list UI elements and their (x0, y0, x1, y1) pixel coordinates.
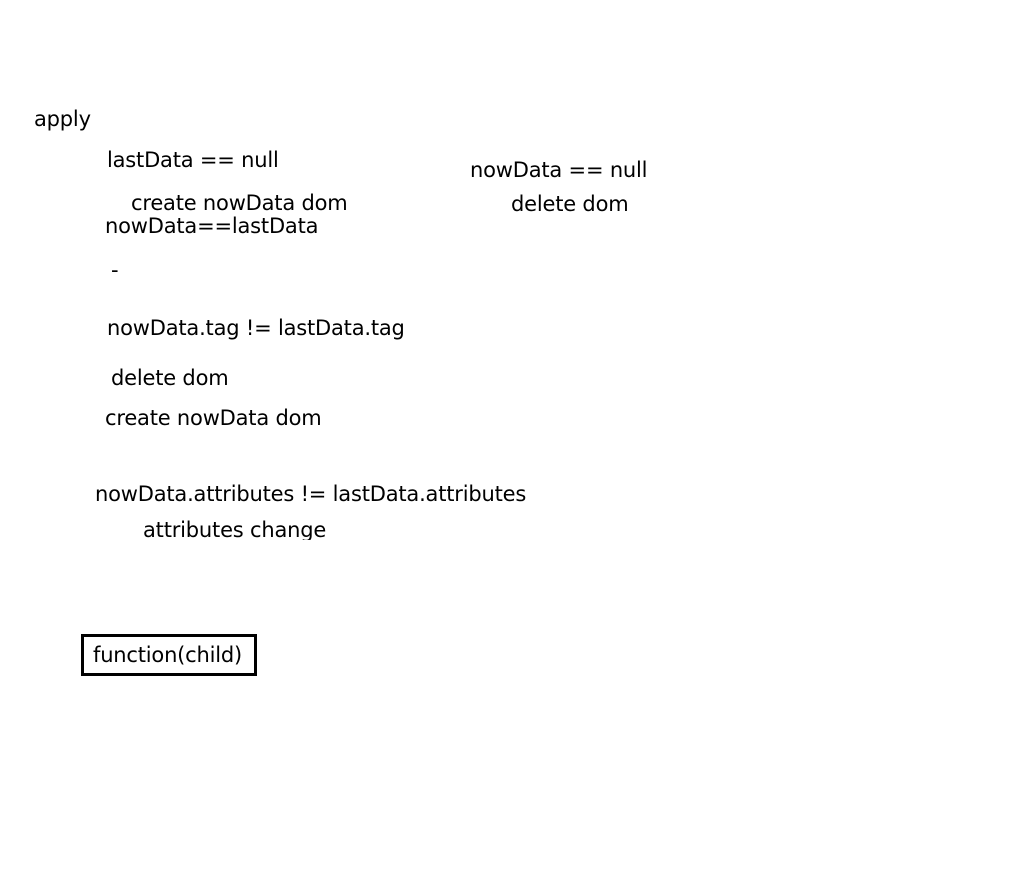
attributes-change-action: attributes change (143, 518, 327, 540)
create-now-data-dom-action-2: create nowData dom (105, 406, 322, 430)
attributes-not-equal-condition: nowData.attributes != lastData.attribute… (95, 482, 527, 506)
last-data-null-condition: lastData == null (107, 148, 279, 172)
apply-label: apply (34, 107, 91, 131)
delete-dom-action: delete dom (111, 366, 229, 390)
delete-dom-action-2: delete dom (511, 192, 629, 216)
now-data-null-condition: nowData == null (470, 158, 648, 182)
no-op-dash: - (111, 258, 119, 282)
function-child-label: function(child) (93, 643, 243, 667)
function-child-box: function(child) (81, 634, 257, 676)
now-equals-last-condition: nowData==lastData (105, 214, 319, 238)
create-now-data-dom-action: create nowData dom (131, 191, 348, 215)
tag-not-equal-condition: nowData.tag != lastData.tag (107, 316, 405, 340)
